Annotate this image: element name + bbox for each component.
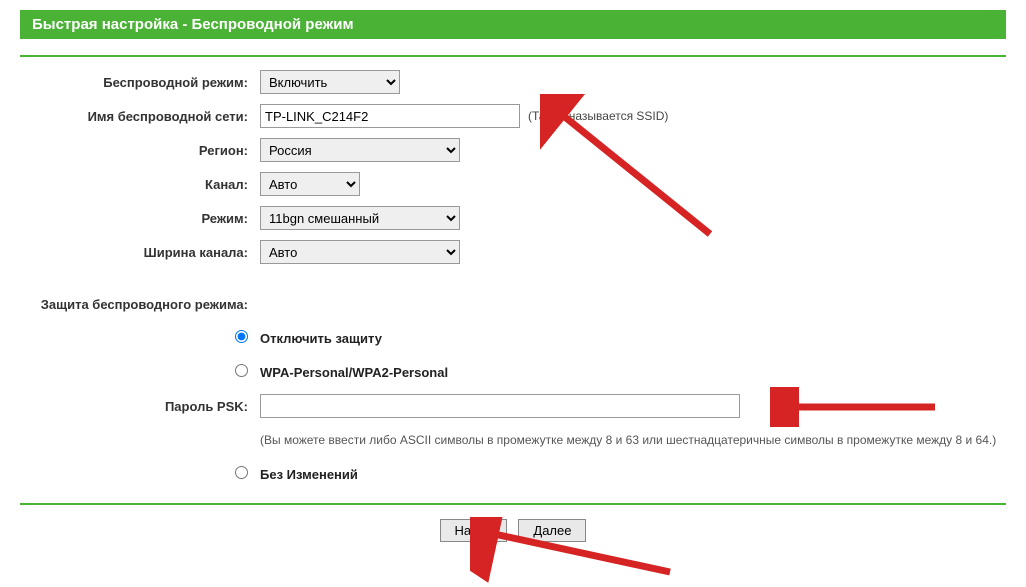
channel-label: Канал: [20,177,260,192]
next-button[interactable]: Далее [518,519,586,542]
form-area: Беспроводной режим: Включить Имя беспров… [20,69,1006,487]
ssid-input[interactable] [260,104,520,128]
mode-label: Режим: [20,211,260,226]
page-title: Быстрая настройка - Беспроводной режим [32,16,354,33]
back-button[interactable]: Назад [440,519,507,542]
security-disable-radio[interactable] [235,330,248,343]
divider-bottom [20,503,1006,505]
wireless-mode-label: Беспроводной режим: [20,75,260,90]
width-select[interactable]: Авто [260,240,460,264]
security-nochange-label: Без Изменений [260,467,358,482]
security-wpa-label: WPA-Personal/WPA2-Personal [260,365,448,380]
security-nochange-radio[interactable] [235,466,248,479]
region-label: Регион: [20,143,260,158]
psk-label: Пароль PSK: [20,399,260,414]
button-row: Назад Далее [20,519,1006,542]
ssid-label: Имя беспроводной сети: [20,109,260,124]
page-title-bar: Быстрая настройка - Беспроводной режим [20,10,1006,39]
divider-top [20,55,1006,57]
wireless-mode-select[interactable]: Включить [260,70,400,94]
region-select[interactable]: Россия [260,138,460,162]
width-label: Ширина канала: [20,245,260,260]
channel-select[interactable]: Авто [260,172,360,196]
security-wpa-radio[interactable] [235,364,248,377]
psk-hint: (Вы можете ввести либо ASCII символы в п… [260,433,996,447]
security-disable-label: Отключить защиту [260,331,382,346]
mode-select[interactable]: 11bgn смешанный [260,206,460,230]
psk-input[interactable] [260,394,740,418]
ssid-hint: (Также называется SSID) [528,109,668,123]
security-label: Защита беспроводного режима: [20,297,260,312]
